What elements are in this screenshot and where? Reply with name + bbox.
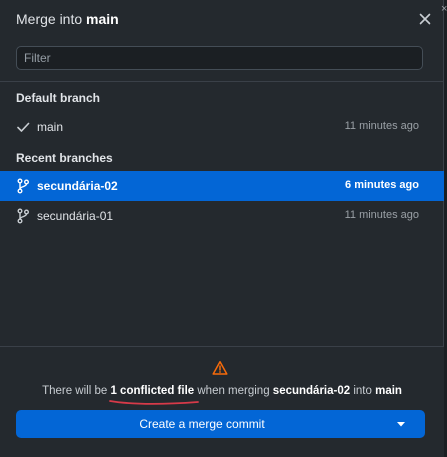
dialog-header: Merge into main: [0, 0, 444, 40]
git-branch-icon: [17, 178, 29, 194]
close-button[interactable]: [417, 11, 433, 27]
group-header-default-branch: Default branch: [16, 91, 101, 105]
git-branch-icon: [17, 208, 29, 224]
branch-row-secundaria-01[interactable]: secundária-01 11 minutes ago: [0, 201, 444, 231]
alert-triangle-icon: [212, 361, 228, 375]
dialog-title: Merge into main: [16, 11, 119, 27]
dialog-title-branch: main: [86, 11, 119, 27]
branch-name: secundária-01: [37, 209, 114, 223]
dialog-title-prefix: Merge into: [16, 11, 83, 27]
conflict-count: 1 conflicted file: [109, 385, 200, 405]
branch-row-secundaria-02[interactable]: secundária-02 6 minutes ago: [0, 171, 444, 201]
message-text: There will be: [42, 385, 111, 397]
create-merge-commit-button[interactable]: Create a merge commit: [16, 410, 425, 438]
group-header-recent-branches: Recent branches: [16, 151, 113, 165]
list-divider: [0, 81, 444, 82]
target-branch: main: [375, 385, 402, 397]
triangle-down-icon[interactable]: [394, 417, 408, 431]
branch-time: 11 minutes ago: [344, 209, 419, 221]
filter-field: [16, 46, 423, 70]
branch-name: main: [37, 120, 64, 134]
merge-status-message: There will be 1 conflicted file when mer…: [0, 385, 444, 405]
check-icon: [17, 122, 30, 132]
close-icon: [419, 13, 431, 25]
conflict-count-text: 1 conflicted file: [110, 385, 195, 397]
merge-footer: There will be 1 conflicted file when mer…: [0, 346, 444, 457]
branch-row-main[interactable]: main 11 minutes ago: [0, 112, 444, 142]
branch-time: 6 minutes ago: [345, 179, 419, 191]
source-branch: secundária-02: [272, 385, 351, 397]
message-text: when merging: [194, 385, 273, 397]
merge-button-label: Create a merge commit: [139, 417, 265, 431]
branch-name: secundária-02: [37, 179, 118, 193]
red-underline-annotation: [109, 400, 200, 405]
branch-time: 11 minutes ago: [344, 120, 419, 132]
partial-close-icon: ×: [441, 4, 447, 14]
merge-dialog: Merge into main Default branch main 11 m…: [0, 0, 444, 457]
filter-input[interactable]: [16, 46, 423, 70]
message-text: into: [350, 385, 376, 397]
